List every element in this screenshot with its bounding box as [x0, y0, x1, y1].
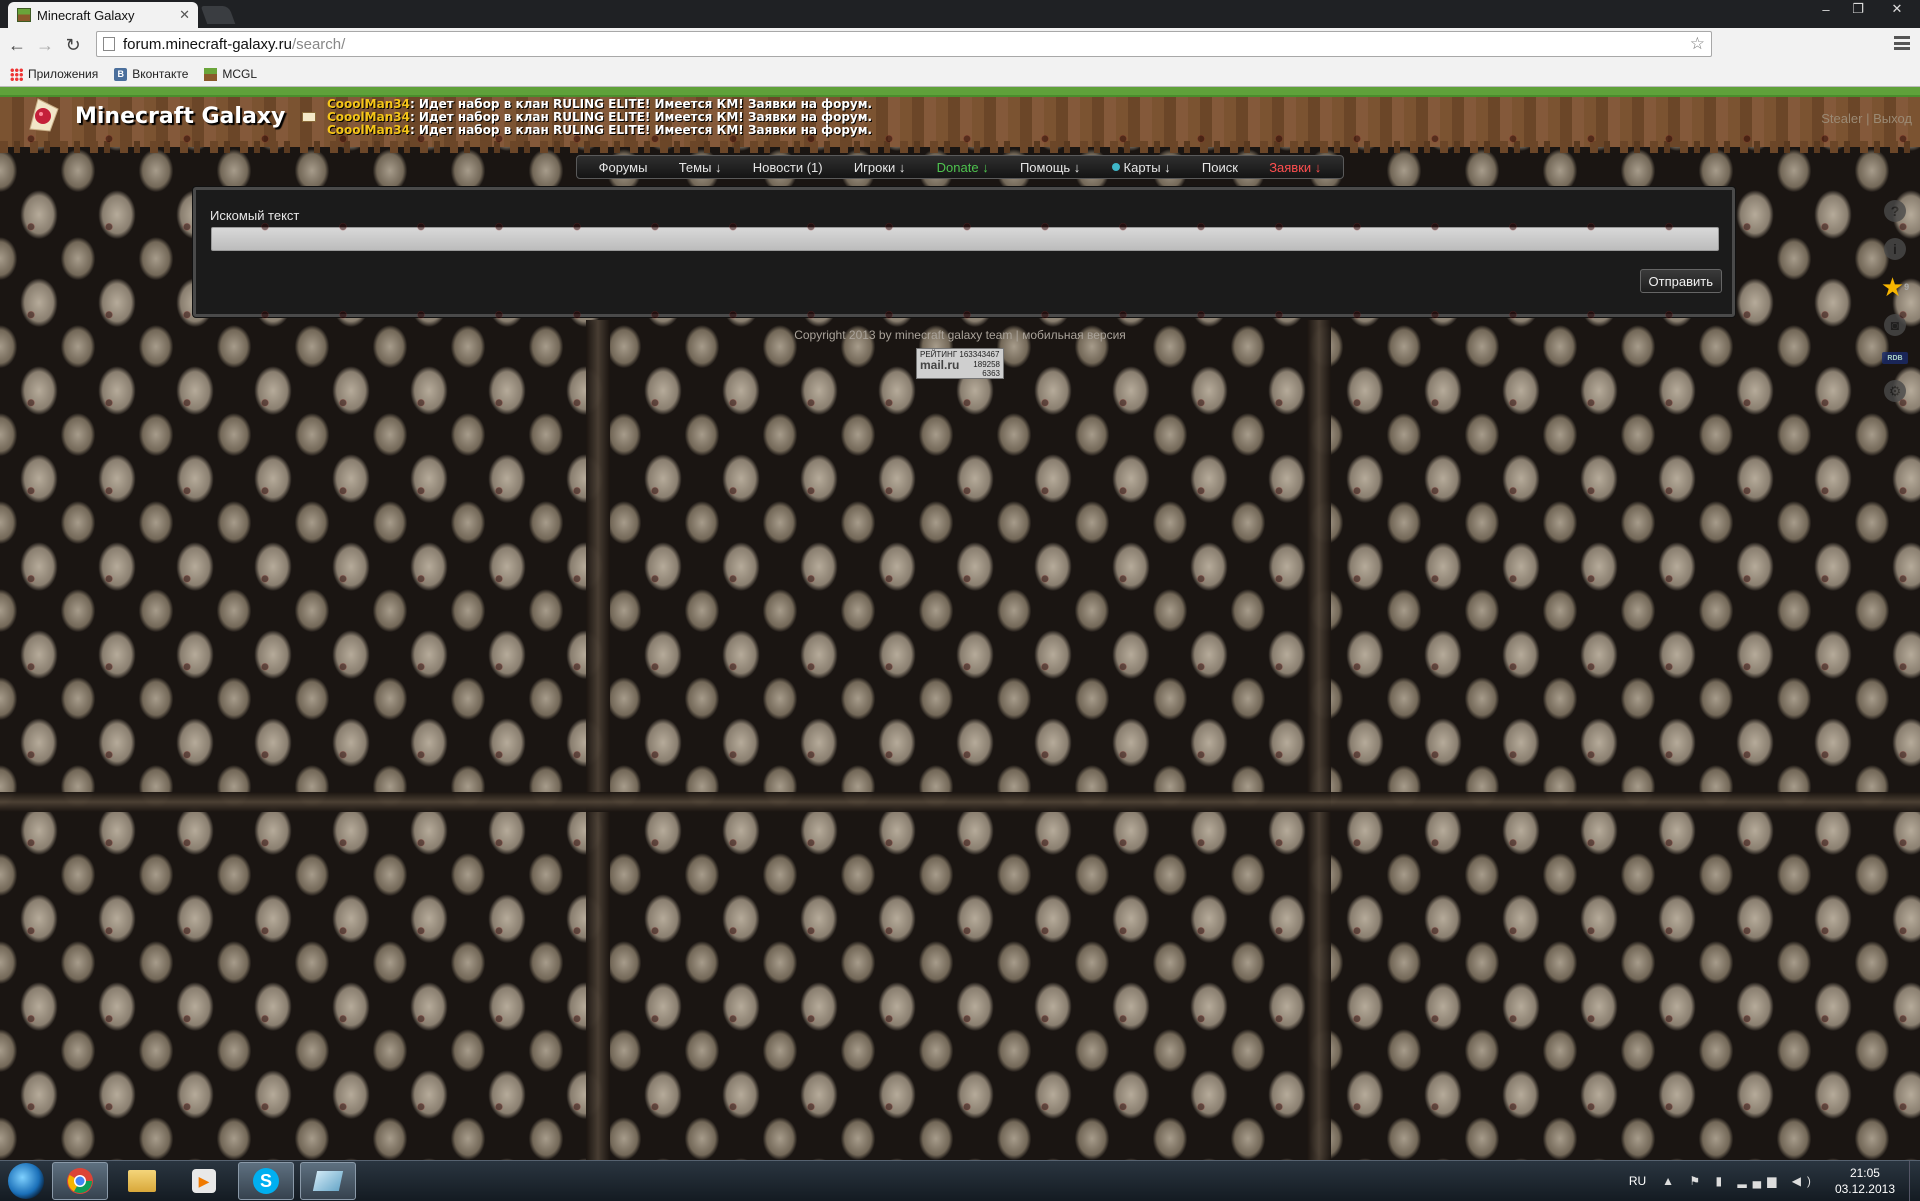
main-nav: Форумы Темы ↓ Новости (1) Игроки ↓ Donat…: [576, 155, 1344, 179]
bookmark-label: Приложения: [28, 67, 99, 81]
language-indicator[interactable]: RU: [1629, 1174, 1646, 1188]
taskbar-media-player[interactable]: ▶: [176, 1162, 232, 1200]
counter-n2: 6363: [982, 369, 1000, 378]
counter-numbers: 189258 6363: [973, 360, 1000, 378]
chrome-menu-icon[interactable]: [1894, 36, 1910, 50]
browser-toolbar: ← → ↻ forum.minecraft-galaxy.ru/search/ …: [0, 28, 1920, 63]
background-frame: [0, 792, 1920, 812]
taskbar-chrome[interactable]: [52, 1162, 108, 1200]
tab-minecraft-galaxy[interactable]: Minecraft Galaxy ✕: [8, 2, 198, 28]
background-frame: [1307, 320, 1331, 1160]
bookmark-mcgl[interactable]: MCGL: [204, 67, 257, 81]
folder-icon: [128, 1170, 156, 1192]
nav-maps-label: Карты ↓: [1123, 159, 1171, 175]
clock[interactable]: 21:05 03.12.2013: [1835, 1165, 1895, 1197]
shout-nick[interactable]: CooolMan34: [327, 123, 410, 137]
new-tab-button[interactable]: [200, 6, 236, 24]
star-count: 9: [1904, 282, 1910, 292]
window-controls: – ❐ ✕: [1810, 0, 1920, 20]
user-links: Stealer | Выход: [1821, 111, 1912, 126]
online-dot-icon: [1111, 163, 1120, 171]
shout-nick[interactable]: CooolMan34: [327, 110, 410, 124]
nav-news[interactable]: Новости (1): [747, 160, 829, 175]
search-panel: Искомый текст Отправить: [193, 187, 1735, 317]
reload-icon[interactable]: ↻: [62, 34, 84, 56]
search-input[interactable]: [211, 227, 1719, 251]
counter-n1: 189258: [973, 360, 1000, 369]
submit-button[interactable]: Отправить: [1639, 269, 1722, 293]
media-player-icon: ▶: [192, 1169, 216, 1193]
nav-players[interactable]: Игроки ↓: [848, 160, 912, 175]
restore-icon[interactable]: ❐: [1842, 0, 1874, 18]
url-path: /search/: [291, 35, 346, 53]
chrome-icon: [67, 1168, 93, 1194]
bookmarks-bar: Приложения B Вконтакте MCGL: [0, 62, 1920, 87]
skype-icon: S: [253, 1168, 279, 1194]
tab-title: Minecraft Galaxy: [37, 7, 135, 23]
start-button[interactable]: [8, 1163, 44, 1199]
search-label: Искомый текст: [210, 208, 300, 223]
shout-nick[interactable]: CooolMan34: [327, 97, 410, 111]
shoutbox: CooolMan34: Идет набор в клан RULING ELI…: [327, 98, 872, 137]
taskbar-app[interactable]: [300, 1162, 356, 1200]
nav-topics[interactable]: Темы ↓: [673, 160, 728, 175]
galaxy-logo-icon[interactable]: [24, 95, 64, 135]
separator: |: [1866, 111, 1870, 126]
tray-icons[interactable]: ▲ ⚑ ▮ ▂▄▆ ◀): [1662, 1174, 1817, 1188]
logout-link[interactable]: Выход: [1873, 111, 1912, 126]
nav-donate[interactable]: Donate ↓: [931, 160, 995, 175]
nav-help[interactable]: Помощь ↓: [1014, 160, 1086, 175]
forward-arrow-icon[interactable]: →: [34, 34, 56, 56]
copyright-footer: Copyright 2013 by minecraft galaxy team …: [794, 328, 1126, 342]
bookmark-star-icon[interactable]: ☆: [1690, 34, 1705, 54]
bookmark-vk[interactable]: B Вконтакте: [114, 67, 188, 81]
taskbar-skype[interactable]: S: [238, 1162, 294, 1200]
nav-maps[interactable]: Карты ↓: [1106, 160, 1177, 175]
back-arrow-icon[interactable]: ←: [6, 34, 28, 56]
apps-grid-icon: [10, 67, 23, 81]
site-header: Minecraft Galaxy CooolMan34: Идет набор …: [0, 87, 1920, 153]
info-icon[interactable]: i: [1884, 238, 1906, 260]
shout-text: : Идет набор в клан RULING ELITE! Имеетс…: [409, 123, 873, 137]
bookmark-label: Вконтакте: [132, 67, 189, 81]
star-icon[interactable]: ★ 9: [1881, 272, 1910, 302]
app-window-icon: [312, 1171, 344, 1191]
minimize-icon[interactable]: –: [1810, 0, 1842, 18]
nav-forums[interactable]: Форумы: [593, 160, 654, 175]
page-icon: [103, 37, 115, 51]
username-link[interactable]: Stealer: [1821, 111, 1862, 126]
shout-text: : Идет набор в клан RULING ELITE! Имеетс…: [409, 97, 873, 111]
windows-taskbar: ▶ S RU ▲ ⚑ ▮ ▂▄▆ ◀) 21:05 03.12.2013: [0, 1160, 1920, 1201]
bookmark-label: MCGL: [222, 67, 258, 81]
help-icon[interactable]: ?: [1884, 200, 1906, 222]
page-viewport: Minecraft Galaxy CooolMan34: Идет набор …: [0, 87, 1920, 1160]
camera-icon[interactable]: ◙: [1884, 314, 1906, 336]
minecraft-block-icon: [204, 67, 218, 81]
address-bar[interactable]: forum.minecraft-galaxy.ru/search/ ☆: [96, 31, 1712, 57]
side-toolbar: ? i ★ 9 ◙ RDB ⚙: [1881, 200, 1910, 402]
show-desktop-button[interactable]: [1909, 1161, 1920, 1201]
minecraft-favicon-icon: [17, 8, 31, 22]
url-host: forum.minecraft-galaxy.ru: [123, 35, 292, 53]
bookmark-apps[interactable]: Приложения: [10, 67, 98, 81]
shout-text: : Идет набор в клан RULING ELITE! Имеетс…: [409, 110, 873, 124]
nav-applications[interactable]: Заявки ↓: [1263, 160, 1327, 175]
mail-icon[interactable]: [302, 112, 316, 122]
rdb-icon[interactable]: RDB: [1882, 352, 1908, 364]
taskbar-explorer[interactable]: [114, 1162, 170, 1200]
vk-icon: B: [114, 67, 128, 81]
counter-brand: mail.ru: [920, 358, 960, 372]
settings-icon[interactable]: ⚙: [1884, 380, 1906, 402]
nav-search[interactable]: Поиск: [1196, 160, 1244, 175]
shout-line: CooolMan34: Идет набор в клан RULING ELI…: [327, 124, 872, 137]
clock-time: 21:05: [1849, 1166, 1880, 1180]
clock-date: 03.12.2013: [1834, 1182, 1895, 1196]
tab-close-icon[interactable]: ✕: [179, 7, 190, 23]
site-logo-text[interactable]: Minecraft Galaxy: [75, 104, 285, 129]
background-frame: [586, 320, 610, 1160]
browser-tabstrip: Minecraft Galaxy ✕ – ❐ ✕: [0, 0, 1920, 28]
system-tray: RU ▲ ⚑ ▮ ▂▄▆ ◀) 21:05 03.12.2013: [1629, 1161, 1920, 1201]
mailru-counter-badge[interactable]: РЕЙТИНГ 163343467 mail.ru 189258 6363: [916, 348, 1004, 379]
window-close-icon[interactable]: ✕: [1874, 0, 1920, 18]
